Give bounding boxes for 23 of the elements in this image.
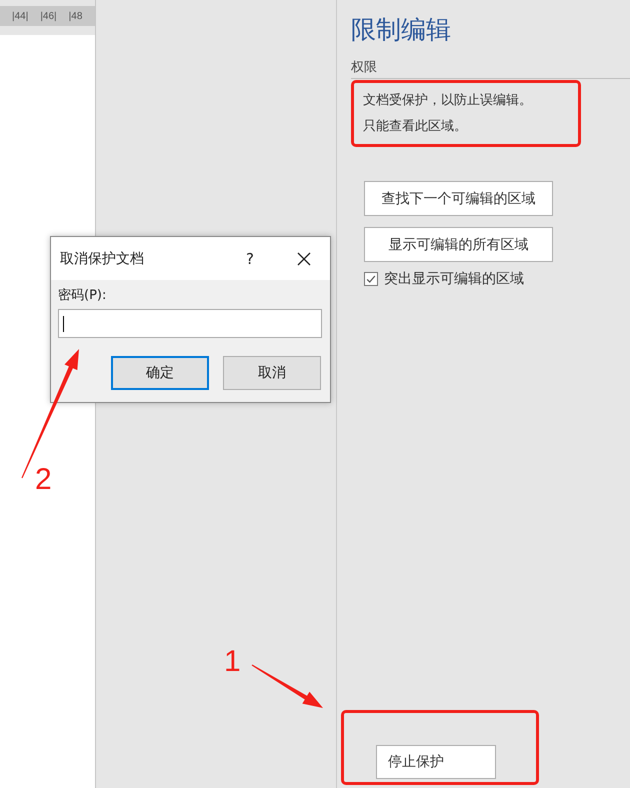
ruler-number: |48 [68, 10, 82, 22]
cancel-button[interactable]: 取消 [223, 356, 321, 390]
pane-title: 限制编辑 [351, 14, 452, 46]
text-cursor [63, 316, 64, 332]
pane-button[interactable]: 显示可编辑的所有区域 [364, 227, 553, 262]
checkbox[interactable] [364, 272, 378, 286]
field-label: 密码(P): [58, 287, 108, 304]
callout-number: 2 [35, 465, 52, 495]
annotation-arrow [252, 664, 323, 708]
ruler-number: |46| [40, 10, 57, 22]
callout-number: 1 [224, 647, 241, 677]
help-button[interactable]: ? [238, 250, 262, 268]
section-heading: 权限 [351, 58, 630, 79]
ok-button[interactable]: 确定 [111, 356, 209, 390]
stop-protection-button[interactable]: 停止保护 [376, 745, 496, 779]
message-text: 只能查看此区域。 [363, 118, 468, 136]
message-text: 文档受保护，以防止误编辑。 [363, 92, 533, 110]
pane-button[interactable]: 查找下一个可编辑的区域 [364, 181, 553, 216]
ruler-number: |44| [12, 10, 28, 22]
close-icon [297, 252, 311, 266]
password-field[interactable] [58, 309, 322, 338]
checkbox-label: 突出显示可编辑的区域 [384, 270, 524, 288]
dialog-title: 取消保护文档 [60, 250, 145, 268]
